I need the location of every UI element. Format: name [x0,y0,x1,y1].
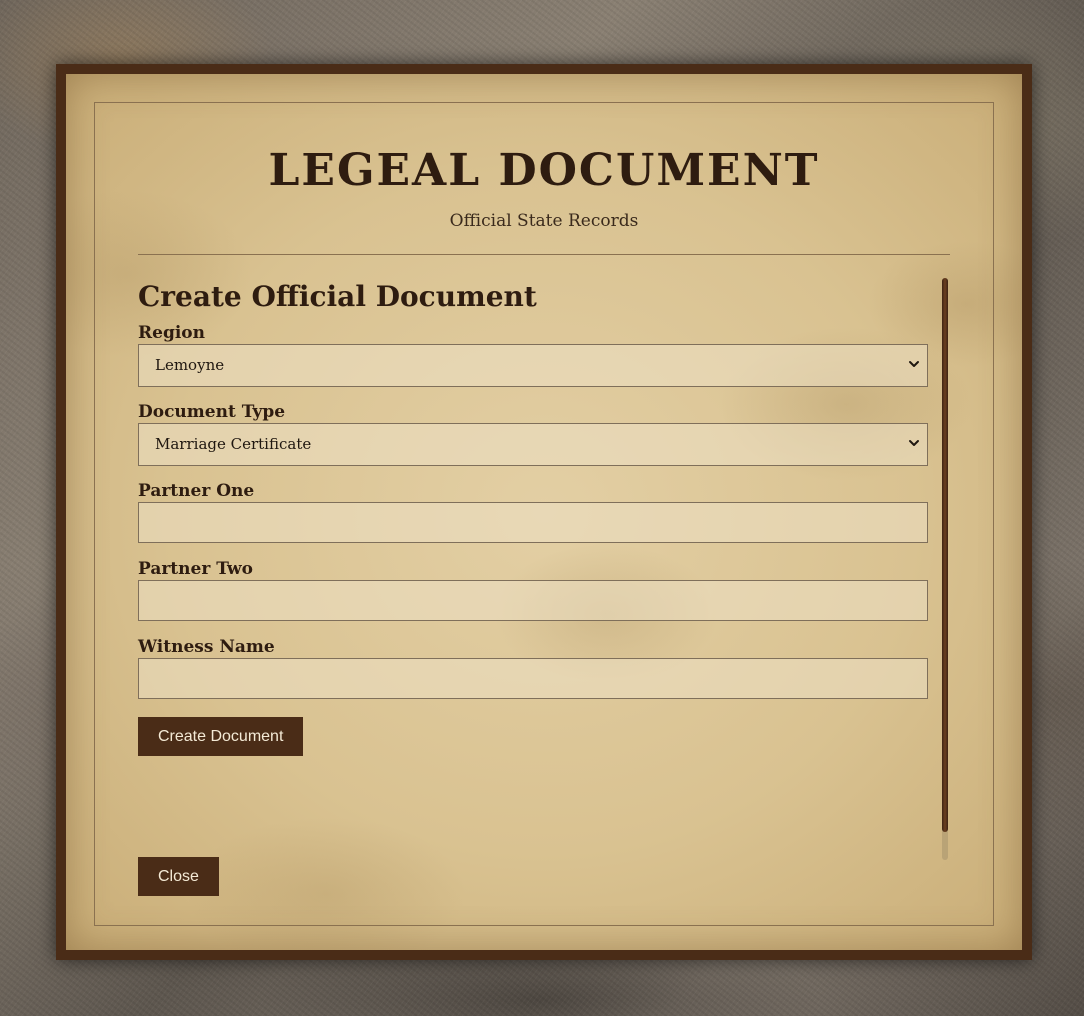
create-document-button[interactable]: Create Document [138,717,304,756]
region-selected-value: Lemoyne [155,356,225,374]
chevron-down-icon [909,361,919,367]
region-label: Region [138,323,205,343]
witness-name-label: Witness Name [138,637,275,657]
document-type-label: Document Type [138,402,286,422]
close-button[interactable]: Close [138,857,219,896]
partner-one-input[interactable] [138,502,928,543]
document-type-select[interactable]: Marriage Certificate [138,423,928,466]
partner-one-label: Partner One [138,481,255,501]
document-subtitle: Official State Records [449,211,639,231]
document-type-selected-value: Marriage Certificate [155,435,312,453]
document-title: LEGEAL DOCUMENT [268,145,820,196]
form-scrollbar[interactable] [942,278,948,860]
witness-name-input[interactable] [138,658,928,699]
header-divider [138,254,950,255]
parchment-sheet: LEGEAL DOCUMENT Official State Records C… [66,74,1022,950]
scrollbar-thumb[interactable] [942,278,948,832]
chevron-down-icon [909,440,919,446]
partner-two-input[interactable] [138,580,928,621]
form-heading: Create Official Document [138,280,537,313]
create-document-form: Create Official Document Region Lemoyne … [138,280,928,756]
region-select[interactable]: Lemoyne [138,344,928,387]
partner-two-label: Partner Two [138,559,253,579]
document-window: LEGEAL DOCUMENT Official State Records C… [56,64,1032,960]
